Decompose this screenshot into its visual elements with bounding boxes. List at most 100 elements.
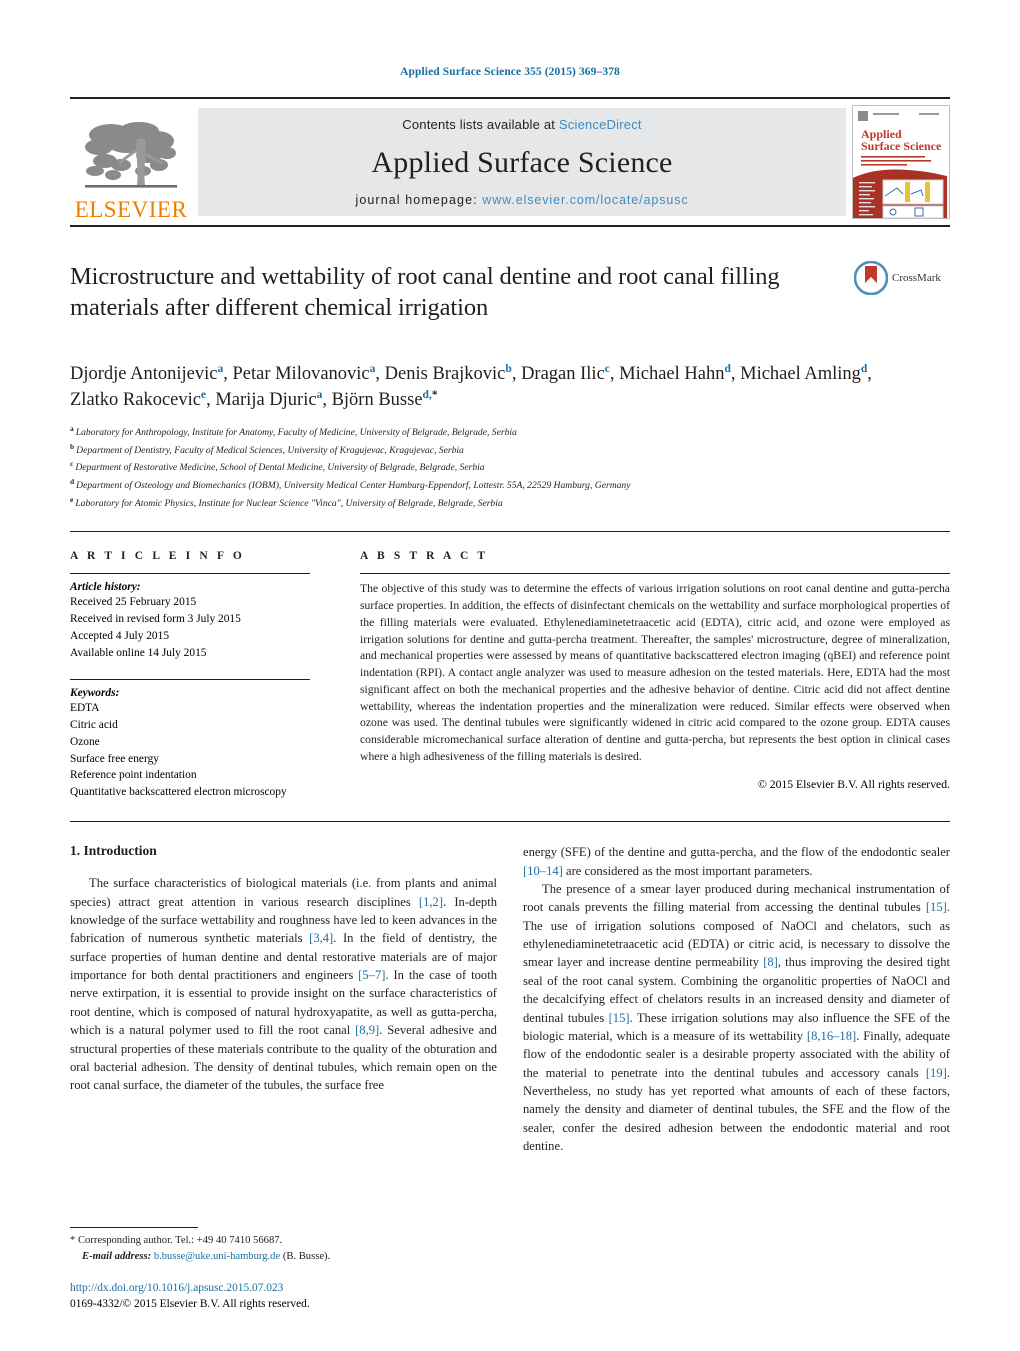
author-affiliation-mark: e	[201, 389, 207, 402]
divider	[70, 573, 310, 575]
author-name: Michael Amling	[740, 364, 861, 385]
cover-art: Applied Surface Science	[853, 106, 947, 218]
elsevier-tree-icon	[85, 122, 177, 188]
corresponding-author-note: * Corresponding author. Tel.: +49 40 741…	[70, 1233, 500, 1265]
crossmark-label: CrossMark	[892, 272, 941, 284]
journal-homepage-line: journal homepage: www.elsevier.com/locat…	[355, 193, 688, 207]
divider	[360, 573, 950, 575]
divider	[70, 1227, 198, 1229]
affiliation-item: e Laboratory for Atomic Physics, Institut…	[70, 494, 950, 512]
email-label: E-mail address:	[82, 1251, 152, 1263]
abstract-column: A B S T R A C T The objective of this st…	[360, 550, 950, 801]
affiliation-item: a Laboratory for Anthropology, Institute …	[70, 423, 950, 441]
journal-title: Applied Surface Science	[371, 146, 673, 179]
issn-copyright-line: 0169-4332/© 2015 Elsevier B.V. All right…	[70, 1298, 310, 1311]
author-name: Petar Milovanovic	[232, 364, 370, 385]
body-column-left: 1. Introduction The surface characterist…	[70, 843, 497, 1155]
author-name: Zlatko Rakocevic	[70, 390, 201, 411]
email-line: E-mail address: b.busse@uke.uni-hamburg.…	[70, 1249, 500, 1265]
author-list: Djordje Antonijevica, Petar Milovanovica…	[70, 363, 872, 411]
keyword-item: Citric acid	[70, 718, 118, 731]
citation-link[interactable]: [5–7]	[358, 968, 385, 982]
author-name: Björn Busse	[331, 390, 423, 411]
journal-homepage-link[interactable]: www.elsevier.com/locate/apsusc	[482, 193, 688, 207]
article-history-list: Received 25 February 2015 Received in rev…	[70, 594, 330, 662]
author-name: Michael Hahn	[619, 364, 725, 385]
affiliation-item: b Department of Dentistry, Faculty of Med…	[70, 441, 950, 459]
title-block: Microstructure and wettability of root c…	[70, 261, 950, 347]
affiliation-item: d Department of Osteology and Biomechanic…	[70, 476, 950, 494]
citation-link[interactable]: [10–14]	[523, 864, 563, 878]
article-history-item: Accepted 4 July 2015	[70, 630, 170, 643]
keyword-item: Ozone	[70, 735, 100, 748]
author-name: Denis Brajkovic	[384, 364, 506, 385]
contents-available-line: Contents lists available at ScienceDirec…	[402, 117, 641, 132]
citation-link[interactable]: [8,9]	[355, 1023, 379, 1037]
article-info-heading: A R T I C L E I N F O	[70, 550, 245, 563]
page-title: Microstructure and wettability of root c…	[70, 263, 780, 322]
author-affiliation-mark: a	[217, 363, 224, 375]
svg-text:Surface Science: Surface Science	[861, 139, 942, 153]
author-affiliation-mark: d	[860, 363, 868, 375]
keyword-item: EDTA	[70, 701, 100, 714]
affiliation-text: Laboratory for Anthropology, Institute f…	[75, 427, 517, 439]
citation-link[interactable]: [15]	[926, 900, 947, 914]
keywords-block: Keywords: EDTA Citric acid Ozone Surface fr…	[70, 678, 330, 801]
email-link[interactable]: b.busse@uke.uni-hamburg.de	[154, 1251, 280, 1262]
sciencedirect-link[interactable]: ScienceDirect	[559, 117, 642, 132]
running-head: Applied Surface Science 355 (2015) 369–3…	[400, 66, 620, 78]
journal-cover-thumbnail: Applied Surface Science	[852, 105, 950, 219]
keyword-item: Reference point indentation	[70, 769, 197, 782]
affiliation-text: Department of Osteology and Biomechanics…	[76, 480, 631, 492]
abstract-heading: A B S T R A C T	[360, 550, 489, 563]
author-affiliation-mark: a	[316, 389, 323, 402]
divider	[70, 678, 310, 680]
body-columns: 1. Introduction The surface characterist…	[70, 843, 950, 1155]
abstract-text: The objective of this study was to deter…	[360, 582, 950, 763]
info-abstract-region: A R T I C L E I N F O Article history: R…	[70, 531, 950, 801]
copyright-line: © 2015 Elsevier B.V. All rights reserved…	[757, 777, 950, 791]
author-name: Marija Djuric	[215, 390, 317, 411]
journal-masthead: ELSEVIER Contents lists available at Sci…	[70, 97, 950, 227]
elsevier-wordmark: ELSEVIER	[74, 197, 188, 222]
article-history-label: Article history:	[70, 581, 141, 594]
article-history-item: Received in revised form 3 July 2015	[70, 613, 241, 626]
keyword-item: Quantitative backscattered electron micr…	[70, 786, 287, 799]
intro-paragraph-left: The surface characteristics of biologica…	[70, 876, 497, 1093]
citation-link[interactable]: [3,4]	[309, 931, 333, 945]
affiliation-item: c Department of Restorative Medicine, Sch…	[70, 458, 950, 476]
affiliation-text: Department of Restorative Medicine, Scho…	[75, 462, 485, 474]
article-page: Applied Surface Science 355 (2015) 369–3…	[0, 0, 1020, 1351]
keywords-list: EDTA Citric acid Ozone Surface free energy R…	[70, 700, 330, 801]
crossmark-badge[interactable]: CrossMark	[854, 261, 950, 295]
author-affiliation-mark: c	[604, 363, 610, 375]
keyword-item: Surface free energy	[70, 752, 159, 765]
corresponding-author-line: * Corresponding author. Tel.: +49 40 741…	[70, 1235, 283, 1247]
body-column-right: energy (SFE) of the dentine and gutta-pe…	[523, 843, 950, 1155]
contents-prefix: Contents lists available at	[402, 117, 556, 132]
article-history-item: Received 25 February 2015	[70, 596, 197, 609]
author-name: Djordje Antonijevic	[70, 364, 218, 385]
citation-link[interactable]: [19]	[926, 1066, 947, 1080]
journal-band: Contents lists available at ScienceDirec…	[198, 108, 846, 216]
author-affiliation-mark: a	[369, 363, 376, 375]
author-name: Dragan Ilic	[521, 364, 605, 385]
email-owner: (B. Busse).	[282, 1251, 331, 1263]
elsevier-logo: ELSEVIER	[70, 99, 192, 225]
citation-link[interactable]: [8,16–18]	[807, 1029, 856, 1043]
article-info-column: A R T I C L E I N F O Article history: R…	[70, 550, 330, 801]
crossmark-icon	[854, 261, 888, 295]
homepage-prefix: journal homepage:	[355, 193, 478, 207]
doi-block: http://dx.doi.org/10.1016/j.apsusc.2015.…	[70, 1280, 310, 1313]
author-affiliation-mark: d,	[422, 389, 432, 402]
citation-link[interactable]: [15]	[609, 1011, 630, 1025]
citation-link[interactable]: [8]	[763, 955, 778, 969]
affiliation-list: a Laboratory for Anthropology, Institute …	[70, 423, 950, 512]
intro-paragraph-right-2: The presence of a smear layer produced d…	[523, 881, 950, 1154]
doi-link[interactable]: http://dx.doi.org/10.1016/j.apsusc.2015.…	[70, 1280, 310, 1297]
intro-paragraph-right-1: energy (SFE) of the dentine and gutta-pe…	[523, 845, 950, 878]
citation-link[interactable]: [1,2]	[419, 895, 443, 909]
divider	[70, 821, 950, 823]
affiliation-text: Department of Dentistry, Faculty of Medi…	[76, 444, 464, 456]
article-history-item: Available online 14 July 2015	[70, 647, 207, 660]
